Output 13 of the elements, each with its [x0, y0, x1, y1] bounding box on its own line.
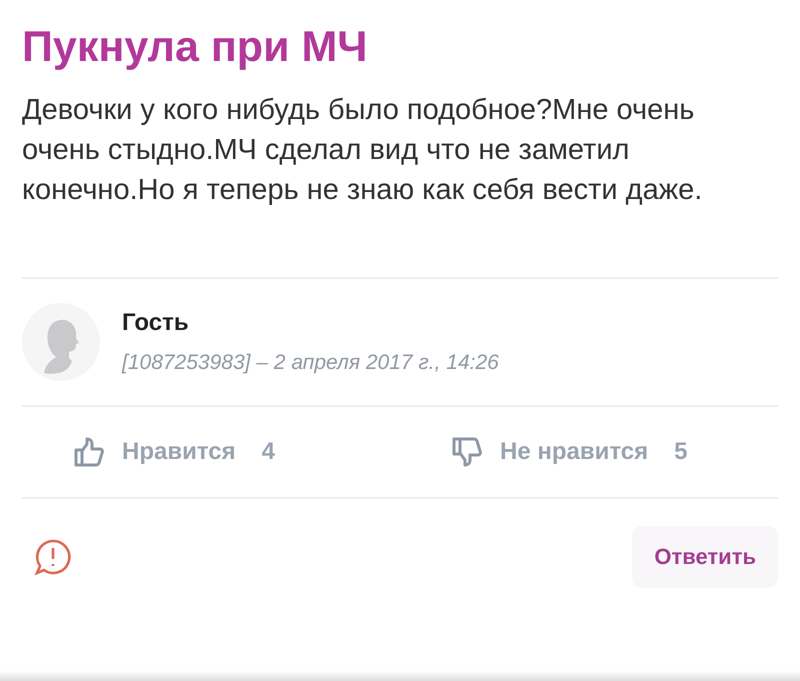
- reply-button[interactable]: Ответить: [632, 526, 778, 588]
- post-body: Девочки у кого нибудь было подобное?Мне очень очень стыдно.МЧ сделал вид что не заметил конечно.Но я теперь не знаю как себя вести даже.: [22, 93, 704, 208]
- author-name: Гость: [122, 309, 189, 337]
- count: 5: [674, 438, 688, 466]
- post-title: Пукнула при МЧ: [22, 22, 368, 73]
- dislike-button[interactable]: Не нравится 5: [400, 434, 778, 470]
- like-button[interactable]: Нравится 4: [22, 434, 400, 470]
- thumbs-up-icon: [72, 435, 106, 469]
- report-icon[interactable]: [34, 538, 72, 576]
- thumbs-down-icon: [450, 435, 484, 469]
- count: 4: [262, 438, 275, 466]
- post-meta: [1087253983] – 2 апреля 2017 г., 14:26: [122, 351, 499, 375]
- avatar-icon: [22, 303, 100, 381]
